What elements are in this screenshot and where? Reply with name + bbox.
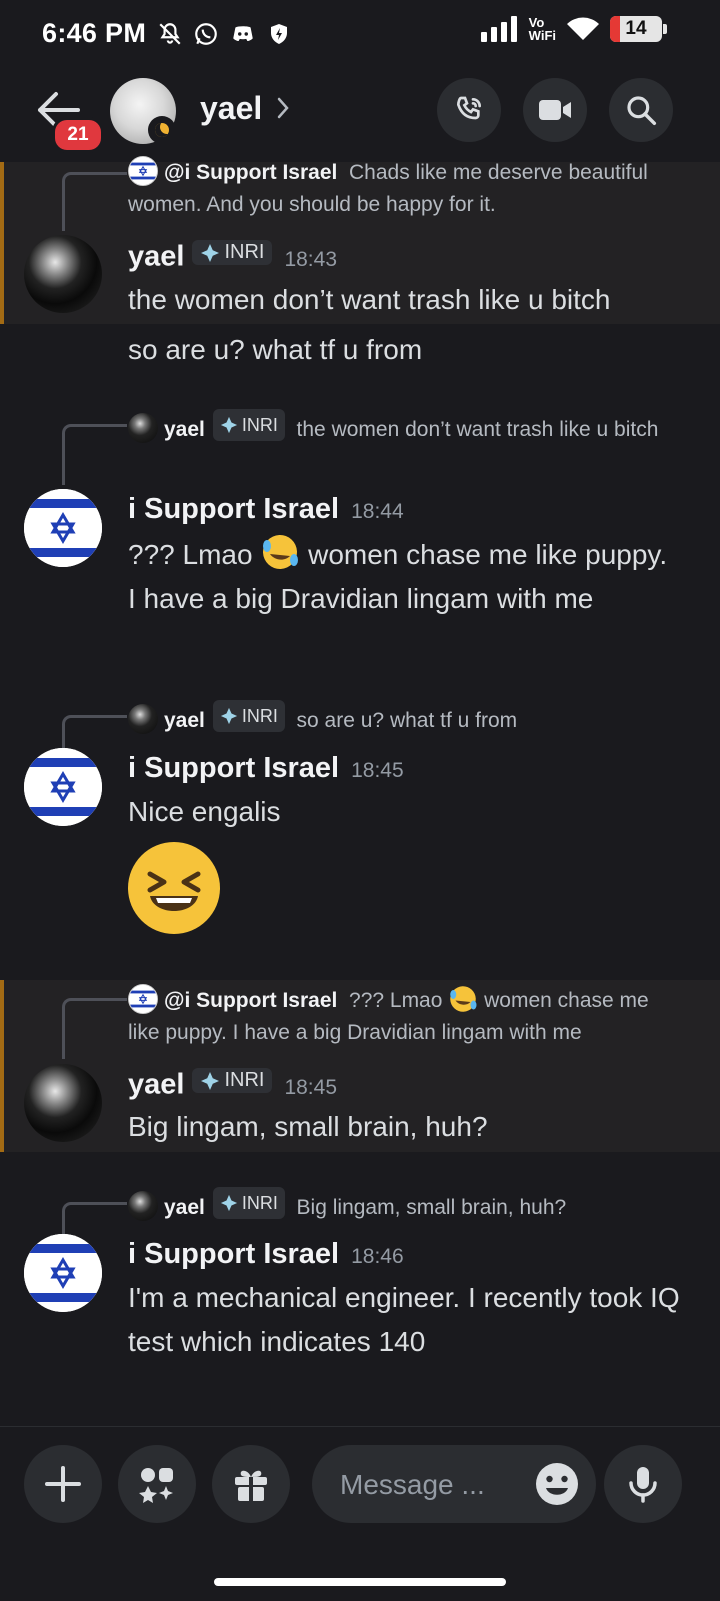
diamond-icon <box>201 1071 220 1090</box>
message-author[interactable]: i Support Israel 18:46 <box>128 1238 404 1271</box>
rofl-emoji-icon <box>450 986 477 1012</box>
role-tag[interactable]: INRI <box>192 240 273 265</box>
avatar[interactable] <box>24 235 102 313</box>
message-item[interactable]: @i Support Israel Chads like me deserve … <box>0 156 720 324</box>
role-tag[interactable]: INRI <box>212 1187 285 1219</box>
apps-icon <box>139 1468 173 1503</box>
discord-icon <box>233 26 253 42</box>
message-input-wrapper <box>312 1445 596 1525</box>
avatar-mini <box>128 704 158 734</box>
message-author[interactable]: i Support Israel 18:45 <box>128 752 404 785</box>
vowifi-label: Vo WiFi <box>528 15 556 43</box>
reply-preview[interactable]: @i Support Israel Chads like me deserve … <box>128 156 680 221</box>
diamond-icon <box>220 416 237 434</box>
search-button[interactable] <box>609 78 673 142</box>
flag-avatar-mini <box>128 984 158 1014</box>
reply-preview[interactable]: yael INRI the women don’t want trash like… <box>128 409 680 446</box>
avatar[interactable] <box>24 489 102 567</box>
message-text: the women don’t want trash like u bitch <box>128 284 611 315</box>
flag-avatar-mini <box>128 156 158 186</box>
microphone-icon <box>629 1467 657 1503</box>
avatar-mini <box>128 413 158 443</box>
whatsapp-icon <box>195 23 217 45</box>
chevron-right-icon[interactable] <box>276 96 290 120</box>
message-text: I'm a mechanical engineer. I recently to… <box>128 1282 680 1357</box>
reply-preview[interactable]: yael INRI Big lingam, small brain, huh? <box>128 1187 680 1224</box>
signal-icon <box>480 16 517 42</box>
message-text: Big lingam, small brain, huh? <box>128 1111 488 1142</box>
apps-button[interactable] <box>118 1445 196 1523</box>
diamond-icon <box>201 243 220 262</box>
diamond-icon <box>220 707 237 725</box>
message-text: Nice engalis <box>128 796 281 827</box>
message-author[interactable]: yael INRI 18:43 <box>128 240 337 274</box>
video-call-icon <box>539 100 571 120</box>
message-author[interactable]: yael INRI 18:45 <box>128 1068 337 1102</box>
avatar[interactable] <box>24 1064 102 1142</box>
reply-preview[interactable]: yael INRI so are u? what tf u from <box>128 700 680 737</box>
status-time: 6:46 PM <box>42 18 147 48</box>
chat-header: 21 yael <box>0 70 720 162</box>
shield-icon <box>271 24 287 44</box>
rofl-emoji-icon <box>263 535 299 569</box>
message-item[interactable]: yael INRI the women don’t want trash like… <box>0 396 720 676</box>
avatar[interactable] <box>24 748 102 826</box>
message-author[interactable]: i Support Israel 18:44 <box>128 493 404 526</box>
idle-status-icon <box>148 116 176 144</box>
voice-call-button[interactable] <box>437 78 501 142</box>
add-attachment-button[interactable] <box>24 1445 102 1523</box>
plus-icon <box>45 1466 81 1502</box>
search-icon <box>627 96 657 126</box>
reply-preview[interactable]: @i Support Israel ??? Lmao women chase m… <box>128 984 680 1049</box>
message-text: ??? Lmao women chase me like puppy. I ha… <box>128 532 680 621</box>
message-input[interactable] <box>338 1445 522 1525</box>
role-tag[interactable]: INRI <box>212 409 285 441</box>
avatar[interactable] <box>24 1234 102 1312</box>
voice-message-button[interactable] <box>604 1445 682 1523</box>
role-tag[interactable]: INRI <box>212 700 285 732</box>
video-call-button[interactable] <box>523 78 587 142</box>
unread-badge: 21 <box>52 117 104 153</box>
message-item[interactable]: yael INRI Big lingam, small brain, huh? i… <box>0 1172 720 1392</box>
muted-bell-icon <box>159 23 181 45</box>
diamond-icon <box>220 1194 237 1212</box>
gift-icon <box>235 1470 267 1501</box>
emoji-icon[interactable] <box>534 1461 580 1507</box>
laughing-emoji-icon <box>128 842 220 934</box>
message-item[interactable]: @i Support Israel ??? Lmao women chase m… <box>0 980 720 1152</box>
chat-title[interactable]: yael <box>200 90 262 127</box>
avatar-mini <box>128 1191 158 1221</box>
composer-bar <box>0 1426 720 1601</box>
message-text: so are u? what tf u from <box>128 334 423 365</box>
voice-call-icon <box>456 96 481 120</box>
role-tag[interactable]: INRI <box>192 1068 273 1093</box>
status-bar: 6:46 PM Vo WiFi 14 <box>0 0 720 70</box>
home-indicator[interactable] <box>214 1578 506 1586</box>
message-item[interactable]: yael INRI so are u? what tf u from i Supp… <box>0 688 720 958</box>
wifi-icon <box>567 17 599 40</box>
battery-indicator: 14 <box>610 16 667 42</box>
gift-button[interactable] <box>212 1445 290 1523</box>
